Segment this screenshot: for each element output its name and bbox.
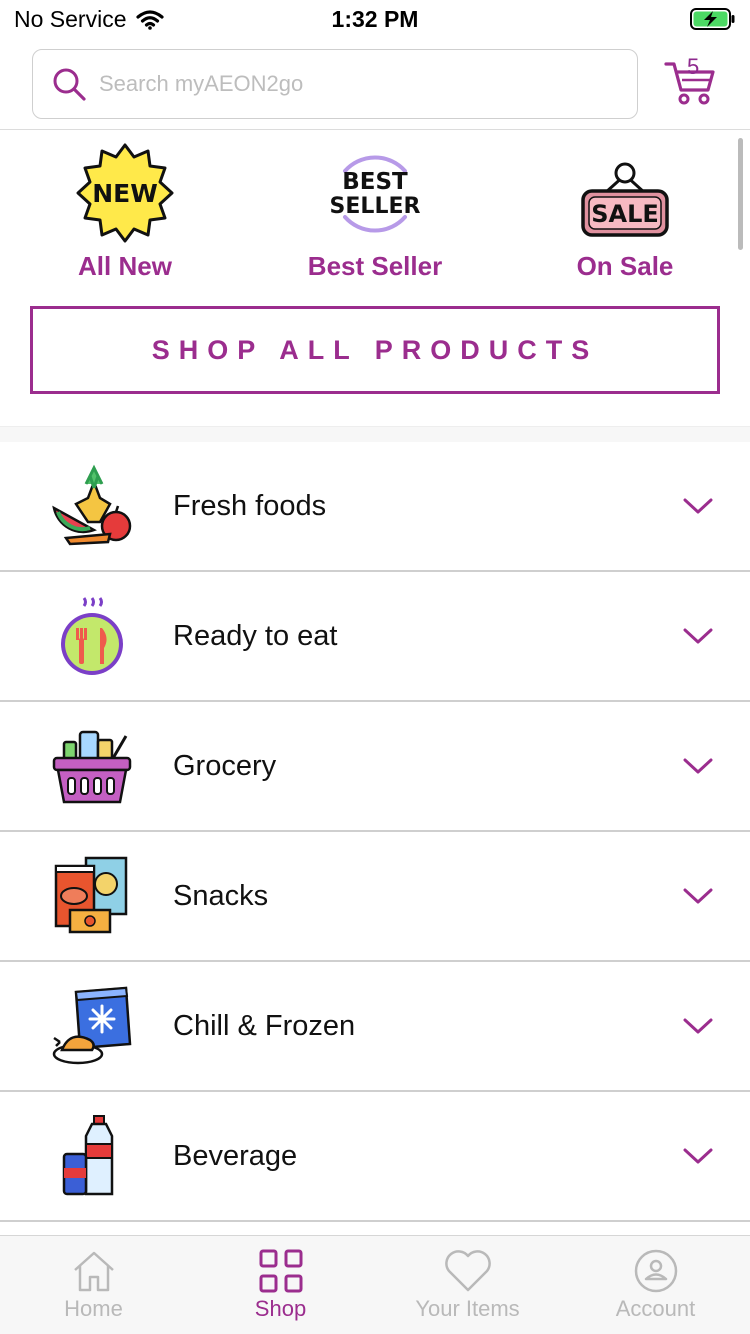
account-icon — [634, 1249, 677, 1293]
battery-charging-icon — [690, 8, 735, 30]
category-row-snacks[interactable]: Snacks — [0, 832, 750, 962]
new-badge-text: NEW — [92, 179, 158, 208]
tab-account[interactable]: Account — [562, 1236, 749, 1334]
home-icon — [73, 1251, 114, 1292]
bottom-tab-bar: Home Shop Your Items Account — [0, 1235, 750, 1334]
tab-label-home: Home — [64, 1296, 123, 1321]
chevron-down-icon[interactable] — [682, 1015, 714, 1037]
feature-shortcuts: NEW All New BEST SELLER Best Seller SALE… — [0, 131, 750, 297]
chill-frozen-icon — [52, 986, 132, 1065]
category-label-snacks: Snacks — [173, 879, 269, 912]
tab-your-items[interactable]: Your Items — [374, 1236, 561, 1334]
chevron-down-icon[interactable] — [682, 495, 714, 517]
feature-all-new[interactable]: NEW All New — [25, 141, 225, 297]
category-row-fresh-foods[interactable]: Fresh foods — [0, 442, 750, 572]
cart-count-badge: 5 — [687, 54, 700, 79]
category-label-chill-frozen: Chill & Frozen — [173, 1009, 356, 1042]
section-divider — [0, 426, 750, 442]
tab-label-your-items: Your Items — [415, 1296, 520, 1321]
chevron-down-icon[interactable] — [682, 625, 714, 647]
status-bar: No Service 1:32 PM — [0, 0, 750, 40]
feature-best-seller[interactable]: BEST SELLER Best Seller — [275, 141, 475, 297]
chevron-down-icon[interactable] — [682, 885, 714, 907]
search-input[interactable] — [99, 71, 599, 97]
ready-to-eat-icon — [61, 597, 123, 675]
category-list: Fresh foods Ready to eat Grocery Snacks … — [0, 442, 750, 1222]
search-icon — [53, 68, 86, 101]
category-label-fresh-foods: Fresh foods — [173, 489, 327, 522]
chevron-down-icon[interactable] — [682, 755, 714, 777]
search-bar[interactable] — [32, 49, 638, 119]
sale-sign-icon: SALE — [581, 162, 669, 237]
category-row-beverage[interactable]: Beverage — [0, 1092, 750, 1222]
seller-badge-text: SELLER — [330, 194, 421, 219]
category-row-chill-frozen[interactable]: Chill & Frozen — [0, 962, 750, 1092]
app-header: 5 — [0, 40, 750, 130]
feature-label-all-new: All New — [78, 251, 172, 281]
tab-home[interactable]: Home — [0, 1236, 187, 1334]
category-label-ready-to-eat: Ready to eat — [173, 619, 338, 652]
grid-icon — [259, 1249, 302, 1293]
snacks-icon — [54, 856, 128, 934]
fresh-foods-icon — [52, 464, 132, 546]
best-badge-text: BEST — [342, 169, 408, 195]
category-label-beverage: Beverage — [173, 1139, 298, 1172]
shop-all-products-button[interactable]: SHOP ALL PRODUCTS — [30, 306, 720, 394]
status-time: 1:32 PM — [331, 6, 419, 32]
feature-on-sale[interactable]: SALE On Sale — [525, 141, 725, 297]
heart-icon — [444, 1250, 491, 1292]
new-badge-icon: NEW — [76, 143, 174, 243]
chevron-down-icon[interactable] — [682, 1145, 714, 1167]
category-row-grocery[interactable]: Grocery — [0, 702, 750, 832]
feature-label-best-seller: Best Seller — [307, 251, 443, 281]
beverage-icon — [62, 1115, 114, 1196]
sale-badge-text: SALE — [591, 200, 659, 228]
best-seller-badge-icon: BEST SELLER — [330, 155, 421, 233]
category-row-ready-to-eat[interactable]: Ready to eat — [0, 572, 750, 702]
tab-label-account: Account — [615, 1296, 696, 1321]
feature-label-on-sale: On Sale — [576, 251, 674, 281]
grocery-basket-icon — [52, 730, 132, 804]
category-label-grocery: Grocery — [173, 749, 277, 782]
scroll-indicator[interactable] — [738, 138, 743, 250]
tab-shop[interactable]: Shop — [187, 1236, 374, 1334]
tab-label-shop: Shop — [254, 1296, 307, 1321]
